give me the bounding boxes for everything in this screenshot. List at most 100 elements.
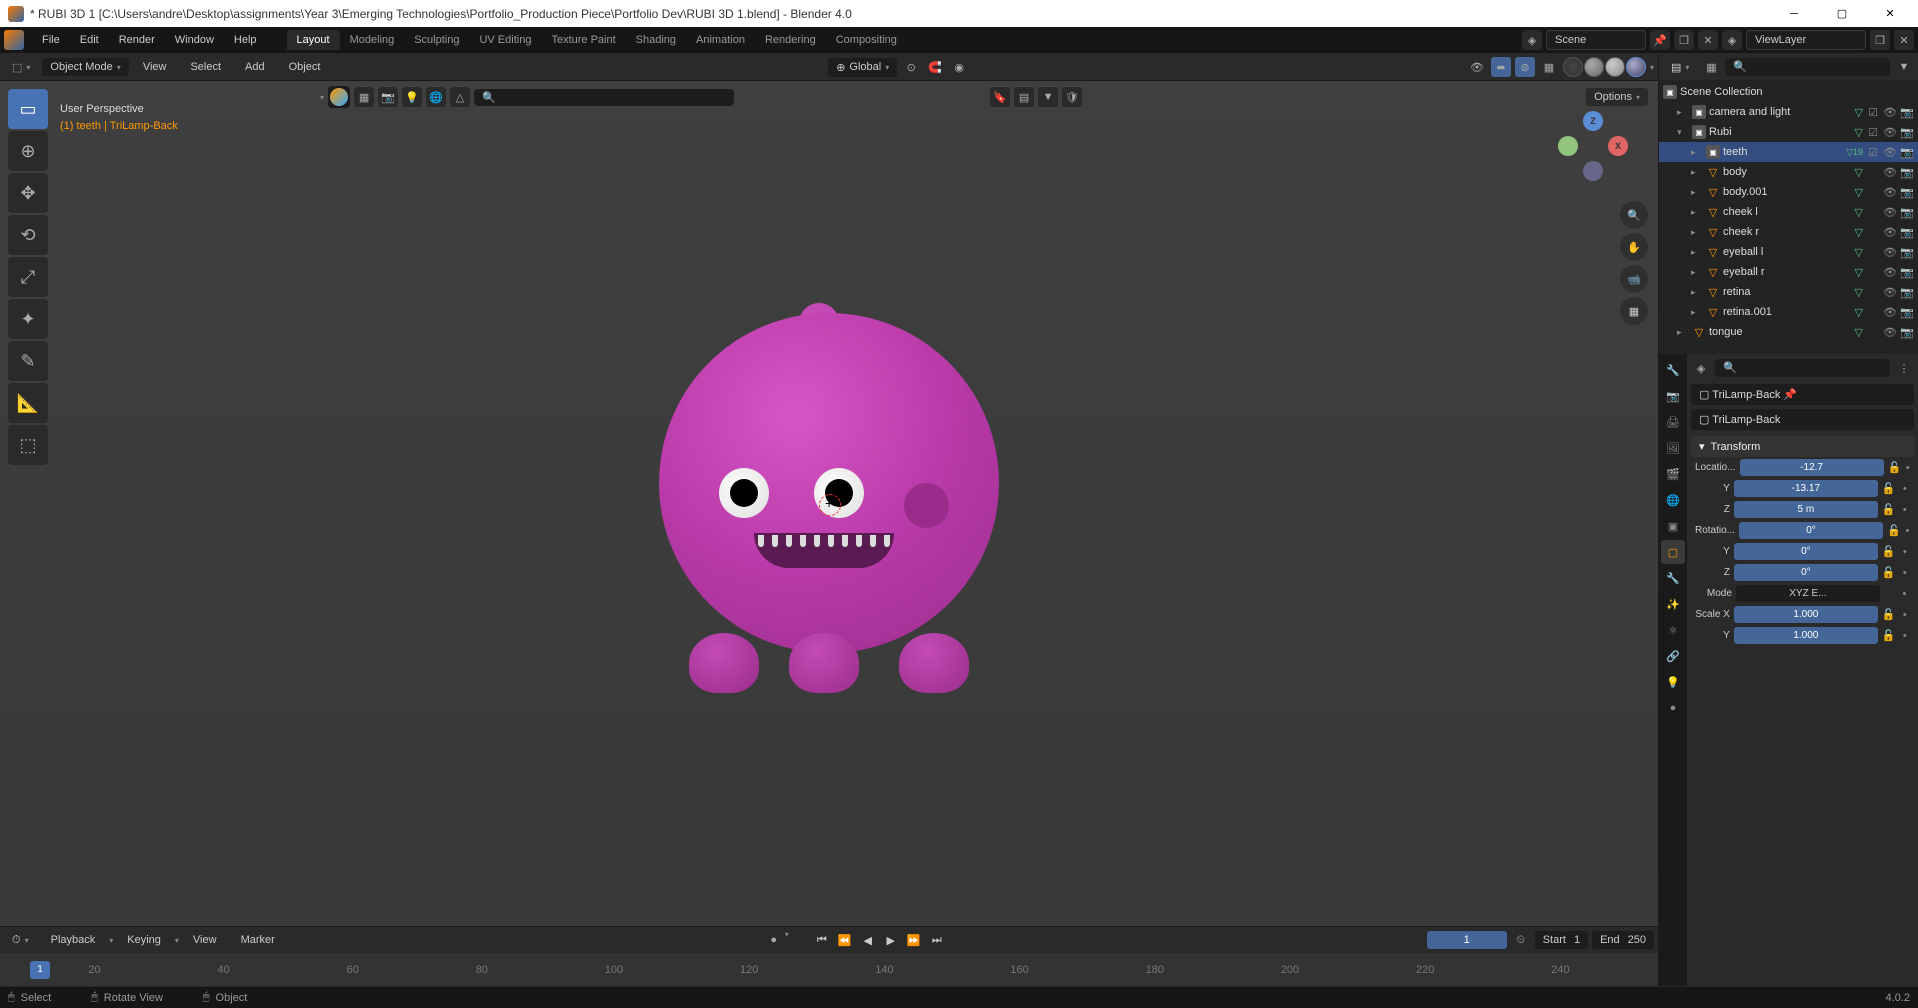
expand-icon[interactable]: ▸	[1691, 227, 1703, 238]
keying-menu[interactable]: Keying	[117, 930, 171, 950]
annotate-tool[interactable]: ✎	[8, 341, 48, 381]
hide-icon[interactable]: 👁	[1883, 306, 1897, 319]
object-menu[interactable]: Object	[279, 57, 331, 77]
timeline-view-menu[interactable]: View	[183, 930, 227, 950]
autokey-icon[interactable]: ●	[764, 930, 784, 950]
tree-row[interactable]: ▸ ▽ cheek l ▽ 👁 📷	[1659, 202, 1918, 222]
tab-modifier[interactable]: 🔧	[1661, 566, 1685, 590]
perspective-toggle-icon[interactable]: ▦	[1620, 297, 1648, 325]
orientation-dropdown[interactable]: ⊕ Global▾	[828, 58, 897, 77]
tree-row[interactable]: ▸ ▣ teeth ▽19 ☑ 👁 📷	[1659, 142, 1918, 162]
camera-icon[interactable]: 📷	[378, 87, 398, 107]
disable-render-icon[interactable]: 📷	[1900, 226, 1914, 239]
snap-icon[interactable]: 🧲	[925, 57, 945, 77]
tab-render[interactable]: 📷	[1661, 384, 1685, 408]
hide-icon[interactable]: 👁	[1883, 286, 1897, 299]
mode-dropdown[interactable]: Object Mode▾	[42, 58, 128, 76]
tab-data[interactable]: 💡	[1661, 670, 1685, 694]
viewlayer-browse-icon[interactable]: ◈	[1722, 30, 1742, 50]
restrict-select-icon[interactable]	[1866, 186, 1880, 199]
pivot-icon[interactable]: ⊙	[901, 57, 921, 77]
expand-icon[interactable]: ▸	[1691, 167, 1703, 178]
help-menu[interactable]: Help	[224, 30, 267, 50]
tab-world[interactable]: 🌐	[1661, 488, 1685, 512]
workspace-modeling[interactable]: Modeling	[340, 30, 405, 50]
expand-icon[interactable]: ▸	[1691, 287, 1703, 298]
tab-material[interactable]: ●	[1661, 696, 1685, 720]
rotate-tool[interactable]: ⟲	[8, 215, 48, 255]
new-scene-icon[interactable]: ❐	[1674, 30, 1694, 50]
add-menu[interactable]: Add	[235, 57, 275, 77]
lock-icon[interactable]: 🔓	[1882, 629, 1896, 642]
restrict-select-icon[interactable]	[1866, 246, 1880, 259]
prop-browse-icon[interactable]: ◈	[1691, 358, 1711, 378]
layers-icon[interactable]: ▤	[1014, 87, 1034, 107]
options-dropdown[interactable]: Options▾	[1586, 88, 1648, 106]
scale-y-input[interactable]	[1734, 627, 1878, 644]
viewlayer-name-input[interactable]	[1746, 30, 1866, 50]
shading-rendered[interactable]	[1626, 57, 1646, 77]
disable-render-icon[interactable]: 📷	[1900, 166, 1914, 179]
gizmo-y-axis[interactable]	[1558, 136, 1578, 156]
disable-render-icon[interactable]: 📷	[1900, 126, 1914, 139]
expand-icon[interactable]: ▸	[1691, 247, 1703, 258]
editor-type-dropdown[interactable]: ⬚▾	[4, 58, 38, 77]
location-z-input[interactable]	[1734, 501, 1878, 518]
navigation-gizmo[interactable]: Z X	[1558, 111, 1628, 181]
timeline-track[interactable]: 1 204060 80100120 140160180 200220240	[0, 953, 1658, 986]
expand-icon[interactable]: ▾	[1677, 127, 1689, 138]
hide-icon[interactable]: 👁	[1883, 126, 1897, 139]
scene-name-input[interactable]	[1546, 30, 1646, 50]
expand-icon[interactable]: ▸	[1691, 147, 1703, 158]
timeline-editor-dropdown[interactable]: ⏱▾	[4, 931, 37, 950]
hide-icon[interactable]: 👁	[1883, 266, 1897, 279]
delete-viewlayer-icon[interactable]: ✕	[1894, 30, 1914, 50]
lock-icon[interactable]: 🔓	[1882, 482, 1896, 495]
jump-end-button[interactable]: ⏭	[926, 930, 948, 950]
outliner-search[interactable]	[1725, 58, 1890, 76]
workspace-uv[interactable]: UV Editing	[469, 30, 541, 50]
scale-x-input[interactable]	[1734, 606, 1878, 623]
disable-render-icon[interactable]: 📷	[1900, 206, 1914, 219]
tree-row[interactable]: ▸ ▽ retina ▽ 👁 📷	[1659, 282, 1918, 302]
disable-render-icon[interactable]: 📷	[1900, 286, 1914, 299]
tab-particle[interactable]: ✨	[1661, 592, 1685, 616]
marker-menu[interactable]: Marker	[231, 930, 285, 950]
lock-icon[interactable]: 🔓	[1888, 461, 1902, 474]
restrict-select-icon[interactable]	[1866, 166, 1880, 179]
light-icon[interactable]: 💡	[402, 87, 422, 107]
gizmo-x-axis[interactable]: X	[1608, 136, 1628, 156]
edit-menu[interactable]: Edit	[70, 30, 109, 50]
outliner-view-icon[interactable]: ▦	[1701, 57, 1721, 77]
filter-icon[interactable]: ▼	[1038, 87, 1058, 107]
hide-icon[interactable]: 👁	[1883, 226, 1897, 239]
visibility-icon[interactable]: 👁	[1467, 57, 1487, 77]
shield-icon[interactable]: 🛡	[1062, 87, 1082, 107]
hide-icon[interactable]: 👁	[1883, 106, 1897, 119]
hide-icon[interactable]: 👁	[1883, 186, 1897, 199]
shading-options-dropdown[interactable]: ▾	[1650, 63, 1654, 72]
disable-render-icon[interactable]: 📷	[1900, 246, 1914, 259]
proportional-icon[interactable]: ◉	[949, 57, 969, 77]
tree-row[interactable]: ▸ ▽ eyeball l ▽ 👁 📷	[1659, 242, 1918, 262]
close-button[interactable]: ✕	[1870, 0, 1910, 27]
tree-row[interactable]: ▸ ▽ tongue ▽ 👁 📷	[1659, 322, 1918, 342]
restrict-select-icon[interactable]: ☑	[1866, 146, 1880, 159]
expand-icon[interactable]: ▸	[1691, 307, 1703, 318]
header-collapse-icon[interactable]: ▾	[320, 93, 324, 102]
camera-view-icon[interactable]: 📹	[1620, 265, 1648, 293]
viewport-search[interactable]: 🔍	[474, 89, 734, 106]
view-menu[interactable]: View	[133, 57, 177, 77]
shading-solid[interactable]	[1584, 57, 1604, 77]
bookmark-icon[interactable]: 🔖	[990, 87, 1010, 107]
restrict-select-icon[interactable]	[1866, 306, 1880, 319]
disable-render-icon[interactable]: 📷	[1900, 146, 1914, 159]
hide-icon[interactable]: 👁	[1883, 326, 1897, 339]
shading-wireframe[interactable]	[1563, 57, 1583, 77]
tab-viewlayer[interactable]: 🖼	[1661, 436, 1685, 460]
lock-icon[interactable]: 🔓	[1882, 566, 1896, 579]
rotation-mode-dropdown[interactable]	[1736, 585, 1880, 602]
outliner-display-dropdown[interactable]: ▤▾	[1663, 58, 1697, 77]
hide-icon[interactable]: 👁	[1883, 166, 1897, 179]
gizmo-z-axis[interactable]: Z	[1583, 111, 1603, 131]
